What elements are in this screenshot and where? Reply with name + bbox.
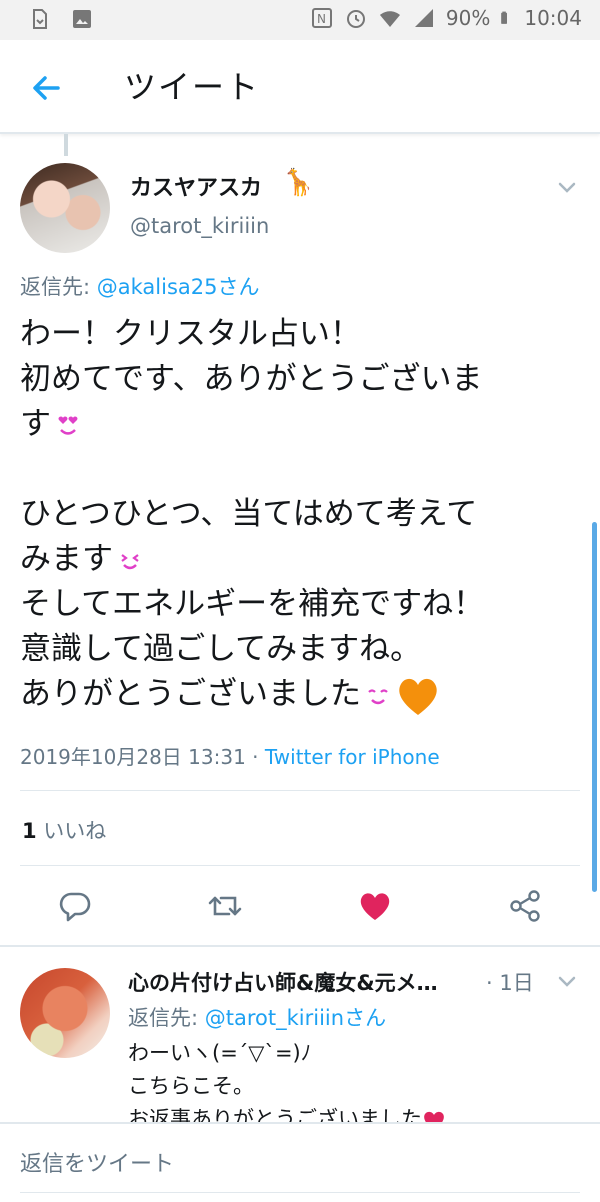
grinning-emoji-icon [121, 553, 139, 569]
reply-to-prefix: 返信先: [128, 1006, 205, 1030]
section-divider [0, 945, 600, 947]
name-emoji: 🦒 [282, 168, 315, 198]
like-count-label: いいね [36, 819, 107, 843]
sim-icon [33, 9, 47, 29]
reply-text-body: わーいヽ(=´▽`=)ﾉ こちらこそ。 お返事ありがとうございました [128, 1041, 422, 1123]
tweet-text-line: そしてエネルギーを補充ですね！ [20, 586, 485, 622]
reply-author-name[interactable]: 心の片付け占い師&魔女&元メ… [128, 967, 488, 997]
tweet-actions [0, 880, 600, 932]
tweet-text-line: 意識して過ごしてみますね。 [20, 631, 422, 667]
share-icon[interactable] [507, 888, 543, 924]
avatar[interactable] [20, 163, 110, 253]
chevron-down-icon[interactable] [556, 970, 578, 992]
wifi-icon [379, 11, 400, 27]
tweet-text-line: わー！クリスタル占い！ [20, 316, 361, 352]
like-icon[interactable] [357, 888, 393, 924]
author-handle[interactable]: @tarot_kiriiin [130, 214, 269, 238]
status-bar: N 90% 10:04 [0, 0, 600, 40]
scrollbar[interactable] [592, 522, 597, 892]
reply-to-line: 返信先: @akalisa25さん [20, 271, 260, 301]
clock: 10:04 [524, 6, 582, 30]
red-heart-icon [424, 1111, 444, 1123]
blushing-smile-emoji-icon [368, 688, 388, 704]
reply-to-prefix: 返信先: [20, 275, 97, 299]
divider [20, 790, 580, 791]
reply-to-link[interactable]: @akalisa25さん [97, 275, 260, 299]
tweet-text: わー！クリスタル占い！ 初めてです、ありがとうございま す ひとつひとつ、当ては… [20, 312, 580, 717]
chevron-down-icon[interactable] [556, 176, 578, 198]
source-link[interactable]: Twitter for iPhone [265, 745, 440, 769]
reply-composer: 返信をツイート [0, 1122, 600, 1202]
battery-icon [501, 11, 508, 24]
back-arrow-icon[interactable] [28, 70, 64, 106]
nfc-icon: N [311, 8, 332, 28]
retweet-icon[interactable] [207, 888, 243, 924]
tweet-meta: 2019年10月28日 13:31 · Twitter for iPhone [20, 741, 440, 770]
composer-underline [20, 1192, 580, 1193]
battery-percent: 90% [445, 6, 491, 30]
author-name[interactable]: カスヤアスカ [130, 170, 262, 202]
tweet-text-line: す [20, 406, 51, 442]
reply-input[interactable]: 返信をツイート [20, 1146, 174, 1178]
reply-icon[interactable] [57, 888, 93, 924]
smiling-heart-eyes-emoji-icon [58, 416, 78, 435]
tweet-text-line: みます [20, 541, 113, 577]
reply-to-link[interactable]: @tarot_kiriiinさん [205, 1006, 386, 1030]
alarm-icon [346, 10, 365, 28]
orange-heart-icon [399, 678, 437, 715]
timestamp: 2019年10月28日 13:31 [20, 745, 246, 769]
signal-icon [414, 9, 433, 27]
page-title: ツイート [124, 68, 261, 106]
tweet-text-line: 初めてです、ありがとうございま [20, 361, 483, 397]
meta-separator: · [245, 745, 265, 769]
reply-text: わーいヽ(=´▽`=)ﾉ こちらこそ。 お返事ありがとうございました [128, 1037, 568, 1123]
app-bar: ツイート [0, 40, 600, 134]
reply-time: · 1日 [486, 971, 534, 995]
like-count-number: 1 [22, 819, 37, 843]
tweet-text-line: ひとつひとつ、当てはめて考えて [20, 496, 478, 532]
thread-connector-line [64, 134, 68, 156]
svg-text:N: N [317, 12, 326, 26]
reply-to-line: 返信先: @tarot_kiriiinさん [128, 1002, 386, 1032]
tweet-text-line: ありがとうございました [20, 676, 361, 712]
image-icon [73, 10, 91, 28]
reply-avatar[interactable] [20, 968, 110, 1058]
divider [20, 865, 580, 866]
likes-count[interactable]: 1 いいね [22, 815, 106, 845]
